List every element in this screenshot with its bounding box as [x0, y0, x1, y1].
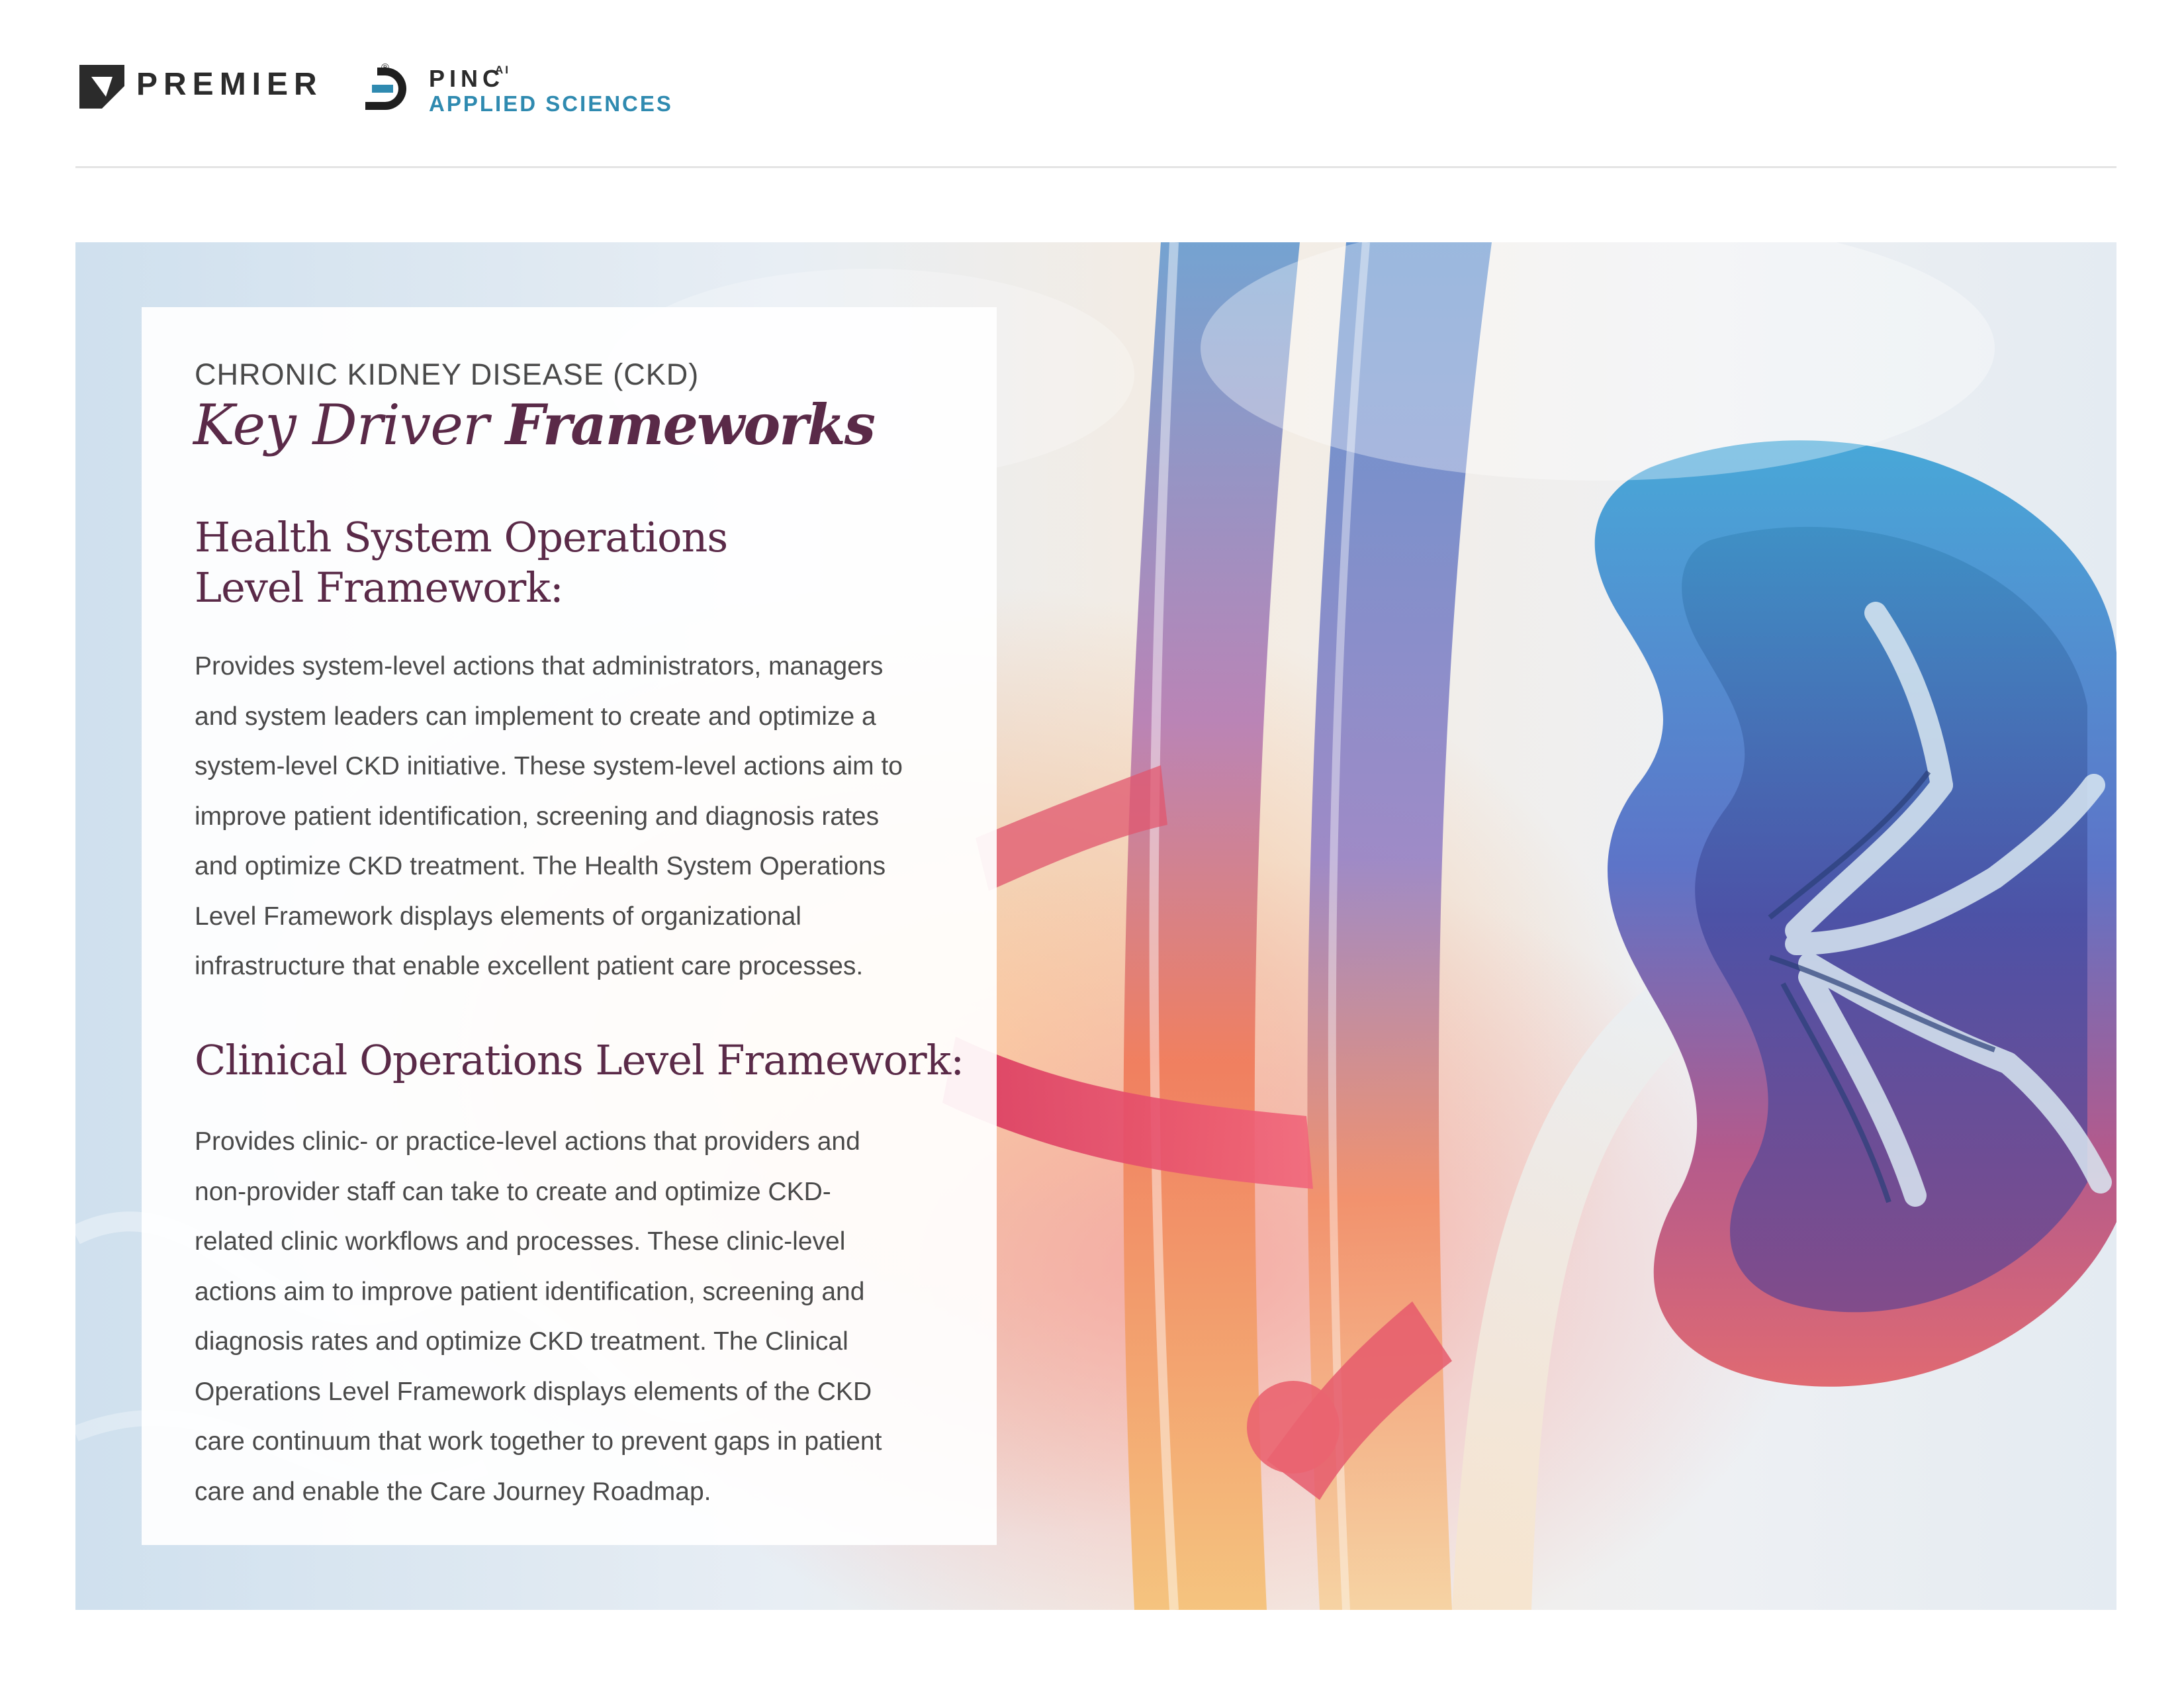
body-line: care continuum that work together to pre… [195, 1427, 882, 1456]
body-line: care and enable the Care Journey Roadmap… [195, 1477, 711, 1506]
body-line: related clinic workflows and processes. … [195, 1227, 846, 1256]
page-title: Key Driver Frameworks [193, 392, 876, 457]
section-heading-health-system: Health System Operations Level Framework… [195, 512, 962, 613]
body-line: non-provider staff can take to create an… [195, 1177, 831, 1206]
heading-line: Level Framework: [195, 563, 564, 612]
page-title-light: Key Driver [193, 393, 506, 457]
body-line: actions aim to improve patient identific… [195, 1277, 865, 1306]
body-line: diagnosis rates and optimize CKD treatme… [195, 1327, 848, 1356]
page-title-bold: Frameworks [505, 392, 876, 457]
header-divider [75, 166, 2116, 168]
heading-line: Health System Operations [195, 513, 728, 561]
eyebrow-title: CHRONIC KIDNEY DISEASE (CKD) [195, 357, 700, 391]
body-line: Operations Level Framework displays elem… [195, 1377, 872, 1406]
body-line: infrastructure that enable excellent pat… [195, 952, 864, 980]
section-body-health-system: Provides system-level actions that admin… [195, 641, 949, 992]
pinc-logo-subtitle: APPLIED SCIENCES [429, 91, 673, 116]
body-line: Provides system-level actions that admin… [195, 652, 884, 680]
pinc-ai-logo-icon [365, 68, 406, 110]
pinc-ai-logo: PINC AI APPLIED SCIENCES [363, 64, 694, 123]
section-heading-clinical: Clinical Operations Level Framework: [195, 1035, 964, 1086]
premier-logo-text: PREMIER [136, 67, 323, 102]
body-line: improve patient identification, screenin… [195, 802, 880, 831]
intro-card: CHRONIC KIDNEY DISEASE (CKD) Key Driver … [142, 307, 997, 1545]
body-line: system-level CKD initiative. These syste… [195, 752, 903, 780]
heading-line: Clinical Operations Level Framework: [195, 1036, 964, 1084]
pinc-logo-text: PINC [429, 65, 505, 92]
premier-logo: PREMIER ® [75, 60, 389, 119]
body-line: and system leaders can implement to crea… [195, 702, 876, 731]
body-line: Provides clinic- or practice-level actio… [195, 1127, 860, 1156]
page-header: PREMIER ® PINC AI APPLIED SCIENCES [0, 0, 2184, 169]
body-line: and optimize CKD treatment. The Health S… [195, 852, 886, 880]
section-body-clinical: Provides clinic- or practice-level actio… [195, 1117, 949, 1517]
pinc-logo-superscript: AI [495, 64, 510, 76]
premier-logo-icon [79, 65, 124, 109]
body-line: Level Framework displays elements of org… [195, 902, 801, 931]
